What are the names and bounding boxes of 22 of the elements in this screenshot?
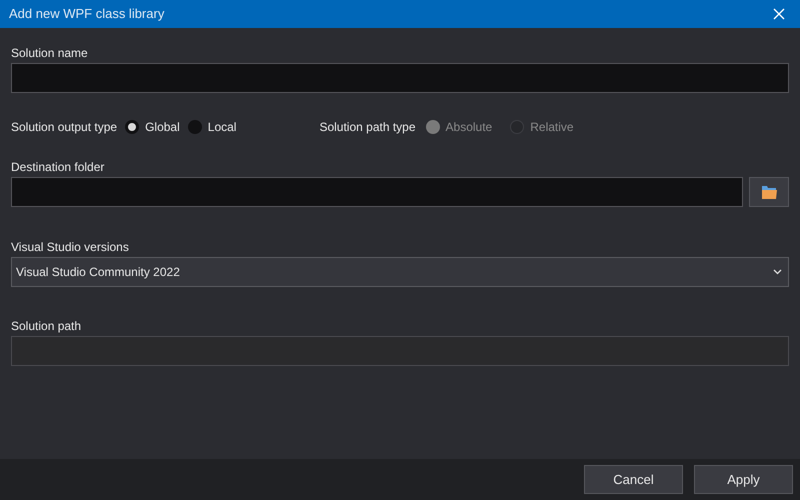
radio-label: Global: [145, 119, 180, 136]
radio-label: Absolute: [446, 119, 492, 136]
vs-version-dropdown[interactable]: Visual Studio Community 2022: [11, 257, 789, 287]
field-label: Solution output type: [11, 119, 118, 136]
field-label: Solution name: [11, 45, 89, 59]
radio-button[interactable]: [188, 120, 202, 134]
destination-folder-field[interactable]: [11, 177, 743, 207]
dialog-button[interactable]: Apply: [694, 465, 793, 494]
field-label: Solution path type: [319, 119, 416, 136]
field-label: Solution path: [11, 318, 82, 332]
close-button[interactable]: [772, 7, 786, 21]
browse-button[interactable]: [749, 177, 789, 207]
dialog-button[interactable]: Cancel: [584, 465, 683, 494]
folder-icon: [760, 186, 778, 198]
window-title: Add new WPF class library: [9, 5, 164, 24]
radio-label: Local: [208, 119, 236, 136]
solution-name-field[interactable]: [11, 63, 789, 93]
radio-label: Relative: [530, 119, 574, 136]
field-label: Destination folder: [11, 159, 106, 173]
field-label: Visual Studio versions: [11, 239, 130, 253]
radio-button[interactable]: [125, 120, 140, 134]
chevron-down-icon: [773, 269, 782, 275]
